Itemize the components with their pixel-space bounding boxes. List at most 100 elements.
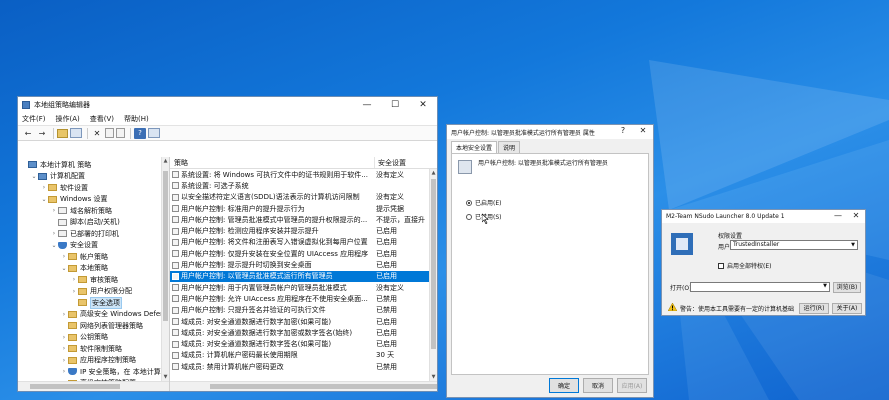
chevron-right-icon[interactable]: › — [60, 357, 68, 364]
table-row[interactable]: 用户帐户控制: 以管理员批准模式运行所有管理员 已启用 — [170, 270, 437, 282]
chevron-right-icon[interactable]: › — [50, 207, 58, 214]
tree-item[interactable]: ⌄ 安全设置 — [18, 240, 169, 252]
tree-item[interactable]: 本地计算机 策略 — [18, 159, 169, 171]
run-button[interactable]: 运行(R) — [799, 303, 829, 314]
menu-help[interactable]: 帮助(H) — [124, 114, 149, 124]
table-row[interactable]: 用户帐户控制: 标准用户的提升提示行为 提示凭据 — [170, 203, 437, 214]
table-row[interactable]: 域成员: 对安全通道数据进行数字加密(如果可能) 已启用 — [170, 316, 437, 327]
properties-titlebar[interactable]: 用户帐户控制: 以管理员批准模式运行所有管理员 属性 ? ✕ — [447, 125, 653, 139]
tree-item[interactable]: › 高级安全 Windows Defen — [18, 309, 169, 321]
export-list-icon[interactable] — [116, 128, 125, 138]
enable-all-privileges-checkbox[interactable]: 启用全部特权(E) — [718, 261, 771, 270]
back-arrow-icon[interactable]: ← — [22, 128, 34, 139]
tree-item[interactable]: › 帐户策略 — [18, 251, 169, 263]
table-row[interactable]: 域成员: 禁用计算机帐户密码更改 已禁用 — [170, 361, 437, 372]
tree-item-label: 本地策略 — [80, 264, 108, 273]
cancel-button[interactable]: 取消 — [583, 378, 613, 393]
column-header-setting[interactable]: 安全设置 — [375, 157, 437, 168]
up-folder-icon[interactable] — [57, 128, 68, 138]
table-row[interactable]: 用户帐户控制: 允许 UIAccess 应用程序在不使用安全桌面... 已禁用 — [170, 293, 437, 304]
table-row[interactable]: 用户帐户控制: 仅提升安装在安全位置的 UIAccess 应用程序 已启用 — [170, 248, 437, 259]
table-row[interactable]: 用户帐户控制: 只提升签名并验证的可执行文件 已禁用 — [170, 305, 437, 316]
menu-view[interactable]: 查看(V) — [90, 114, 114, 124]
tree-item[interactable]: 安全选项 — [18, 296, 169, 309]
close-icon[interactable]: ✕ — [409, 97, 437, 113]
table-row[interactable]: 用户帐户控制: 用于内置管理员帐户的管理员批准模式 没有定义 — [170, 282, 437, 293]
table-row[interactable]: 域成员: 对安全通道数据进行数字签名(如果可能) 已启用 — [170, 338, 437, 349]
tree-item[interactable]: ⌄ 计算机配置 — [18, 171, 169, 183]
enabled-radio[interactable]: 已启用(E) — [466, 198, 501, 207]
table-row[interactable]: 以安全描述符定义语言(SDDL)语法表示的计算机访问限制 没有定义 — [170, 192, 437, 203]
tree-item[interactable]: › 公钥策略 — [18, 332, 169, 344]
table-row[interactable]: 系统设置: 可选子系统 — [170, 180, 437, 191]
browse-button[interactable]: 浏览(B) — [833, 282, 861, 293]
table-row[interactable]: 域成员: 计算机帐户密码最长使用期限 30 天 — [170, 350, 437, 361]
tree-item[interactable]: › 软件限制策略 — [18, 343, 169, 355]
security-setting-cell: 提示凭据 — [376, 204, 404, 213]
tab-explain[interactable]: 说明 — [498, 141, 521, 153]
table-row[interactable]: 用户帐户控制: 管理员批准模式中管理员的提升权限提示的... 不提示，直接升 — [170, 214, 437, 225]
list-vertical-scrollbar[interactable]: ▲ ▼ — [429, 169, 437, 381]
user-select[interactable]: TrustedInstaller ▼ — [730, 240, 858, 250]
tree-item[interactable]: 网络列表管理器策略 — [18, 320, 169, 332]
tree-horizontal-scrollbar[interactable] — [18, 381, 169, 391]
menu-action[interactable]: 操作(A) — [56, 114, 80, 124]
tree-vertical-scrollbar[interactable]: ▲ ▼ — [161, 157, 169, 381]
tree-item-label: IP 安全策略，在 本地计算 — [80, 367, 161, 376]
tree-item[interactable]: 脚本(启动/关机) — [18, 217, 169, 229]
forward-arrow-icon[interactable]: → — [36, 128, 48, 139]
tree-item[interactable]: ⌄ 本地策略 — [18, 263, 169, 275]
gpedit-titlebar[interactable]: 本地组策略编辑器 — ☐ ✕ — [18, 97, 437, 113]
user-select-value: TrustedInstaller — [733, 241, 780, 248]
apply-button[interactable]: 应用(A) — [617, 378, 647, 393]
close-icon[interactable]: ✕ — [633, 124, 653, 140]
filter-icon[interactable] — [148, 128, 160, 138]
chevron-right-icon[interactable]: › — [60, 253, 68, 260]
list-horizontal-scrollbar[interactable] — [170, 381, 437, 391]
chevron-right-icon[interactable]: › — [60, 368, 68, 375]
tree-item[interactable]: ⌄ Windows 设置 — [18, 194, 169, 206]
tab-local-security-setting[interactable]: 本地安全设置 — [451, 141, 498, 153]
chevron-right-icon[interactable]: › — [40, 184, 48, 191]
tree-item[interactable]: › IP 安全策略，在 本地计算 — [18, 366, 169, 378]
tree-item[interactable]: › 软件设置 — [18, 182, 169, 194]
help-icon[interactable]: ? — [134, 127, 146, 139]
chevron-right-icon[interactable]: › — [60, 334, 68, 341]
menu-file[interactable]: 文件(F) — [22, 114, 46, 124]
close-icon[interactable]: ✕ — [847, 209, 865, 225]
nsudo-titlebar[interactable]: M2-Team NSudo Launcher 8.0 Update 1 — ✕ — [662, 210, 865, 223]
show-hide-tree-icon[interactable] — [70, 128, 82, 138]
chevron-down-icon[interactable]: ⌄ — [40, 196, 48, 203]
chevron-right-icon[interactable]: › — [70, 276, 78, 283]
table-row[interactable]: 用户帐户控制: 将文件和注册表写入错误虚拟化到每用户位置 已启用 — [170, 237, 437, 248]
help-icon[interactable]: ? — [613, 124, 633, 140]
chevron-down-icon[interactable]: ⌄ — [30, 173, 38, 180]
minimize-icon[interactable]: — — [829, 209, 847, 225]
table-row[interactable]: 系统设置: 将 Windows 可执行文件中的证书规则用于软件... 没有定义 — [170, 169, 437, 180]
command-input[interactable]: ▼ — [690, 282, 830, 292]
maximize-icon[interactable]: ☐ — [381, 97, 409, 113]
tree-item[interactable]: › 审核策略 — [18, 274, 169, 286]
folder-icon — [78, 287, 87, 295]
delete-icon[interactable]: ✕ — [91, 128, 103, 139]
ok-button[interactable]: 确定 — [549, 378, 579, 393]
minimize-icon[interactable]: — — [353, 97, 381, 113]
tree-item[interactable]: › 应用程序控制策略 — [18, 355, 169, 367]
column-header-policy[interactable]: 策略 — [170, 157, 375, 168]
table-row[interactable]: 域成员: 对安全通道数据进行数字加密或数字签名(始终) 已启用 — [170, 327, 437, 338]
tree-item[interactable]: › 域名解析策略 — [18, 205, 169, 217]
chevron-right-icon[interactable]: › — [70, 288, 78, 295]
folder-icon — [68, 264, 77, 272]
properties-icon[interactable] — [105, 128, 114, 138]
chevron-right-icon[interactable]: › — [50, 230, 58, 237]
policy-setting-icon — [172, 250, 179, 258]
tree-item[interactable]: › 已部署的打印机 — [18, 228, 169, 240]
chevron-right-icon[interactable]: › — [60, 345, 68, 352]
table-row[interactable]: 用户帐户控制: 检测应用程序安装并提示提升 已启用 — [170, 225, 437, 236]
chevron-right-icon[interactable]: › — [60, 311, 68, 318]
about-button[interactable]: 关于(A) — [832, 303, 862, 314]
chevron-down-icon[interactable]: ⌄ — [60, 265, 68, 272]
tree-item[interactable]: › 用户权限分配 — [18, 286, 169, 298]
table-row[interactable]: 用户帐户控制: 提示提升时切换到安全桌面 已启用 — [170, 259, 437, 270]
chevron-down-icon[interactable]: ⌄ — [50, 242, 58, 249]
